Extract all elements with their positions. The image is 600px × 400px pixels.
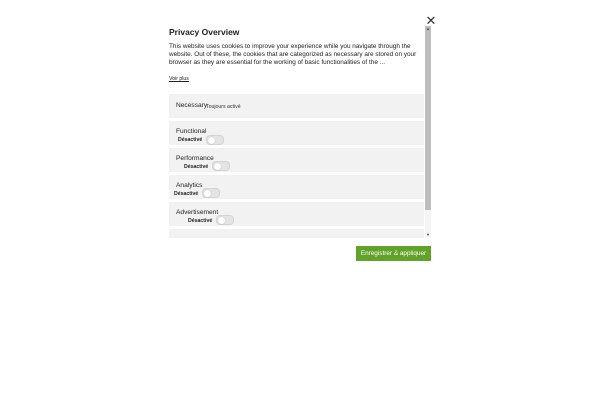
category-analytics[interactable]: Analytics Désactivé: [169, 175, 424, 199]
advertisement-toggle[interactable]: [216, 215, 234, 225]
scrollbar-thumb[interactable]: [425, 26, 431, 210]
category-functional[interactable]: Functional Désactivé: [169, 121, 424, 145]
modal-title: Privacy Overview: [169, 27, 240, 37]
chevron-down-icon[interactable]: ▼: [425, 232, 431, 238]
modal-scrollbar[interactable]: ▲ ▼: [425, 26, 431, 238]
modal-scroll-area[interactable]: Privacy Overview This website uses cooki…: [164, 12, 425, 238]
category-label: Functional: [176, 128, 207, 135]
show-more-link[interactable]: Voir plus: [169, 76, 189, 82]
toggle-state-label: Désactivé: [184, 164, 209, 170]
analytics-toggle[interactable]: [202, 188, 220, 198]
category-label: Necessary: [176, 102, 208, 109]
category-label: Analytics: [176, 182, 203, 189]
privacy-overview-modal: ✕ Privacy Overview This website uses coo…: [164, 12, 436, 267]
save-apply-button[interactable]: Enregistrer & appliquer: [356, 246, 431, 261]
toggle-knob: [213, 162, 221, 170]
category-label: Performance: [176, 155, 214, 162]
category-necessary[interactable]: Necessary Toujours activé: [169, 94, 424, 118]
toggle-state-label: Désactivé: [178, 137, 203, 143]
toggle-state-label: Désactivé: [188, 218, 213, 224]
chevron-up-icon[interactable]: ▲: [425, 26, 431, 32]
functional-toggle[interactable]: [206, 135, 224, 145]
category-advertisement[interactable]: Advertisement Désactivé: [169, 202, 424, 226]
always-active-label: Toujours activé: [206, 103, 241, 110]
toggle-state-label: Désactivé: [174, 191, 199, 197]
privacy-description: This website uses cookies to improve you…: [169, 43, 417, 67]
category-label: Advertisement: [176, 209, 219, 216]
category-partial: [169, 229, 424, 238]
toggle-knob: [207, 136, 215, 144]
toggle-knob: [203, 189, 211, 197]
toggle-knob: [217, 216, 225, 224]
performance-toggle[interactable]: [212, 161, 230, 171]
category-performance[interactable]: Performance Désactivé: [169, 148, 424, 172]
